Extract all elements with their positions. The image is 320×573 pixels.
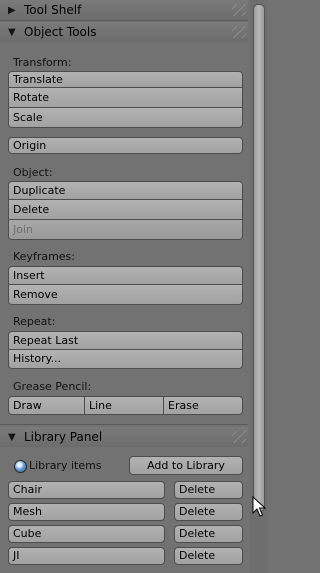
grease-pencil-label: Grease Pencil: bbox=[13, 380, 92, 393]
draw-button[interactable]: Draw bbox=[8, 396, 85, 415]
library-item-cube[interactable]: Cube bbox=[8, 525, 165, 543]
add-to-library-button[interactable]: Add to Library bbox=[129, 456, 243, 475]
mouse-pointer-icon bbox=[252, 496, 266, 517]
object-tools-title: Object Tools bbox=[24, 25, 97, 39]
line-button[interactable]: Line bbox=[85, 396, 164, 415]
delete-button[interactable]: Delete bbox=[8, 200, 243, 220]
library-item-chair[interactable]: Chair bbox=[8, 481, 165, 499]
triangle-right-icon: ▶ bbox=[8, 4, 16, 16]
drag-grip-icon[interactable] bbox=[232, 26, 246, 38]
origin-button[interactable]: Origin bbox=[8, 137, 243, 154]
join-button[interactable]: Join bbox=[8, 220, 243, 240]
transform-label: Transform: bbox=[13, 56, 72, 69]
history-button[interactable]: History... bbox=[8, 350, 243, 369]
repeat-label: Repeat: bbox=[13, 315, 56, 328]
repeat-last-button[interactable]: Repeat Last bbox=[8, 331, 243, 350]
scale-button[interactable]: Scale bbox=[8, 108, 243, 128]
tool-shelf-header[interactable]: ▶ Tool Shelf bbox=[0, 0, 248, 20]
remove-keyframe-button[interactable]: Remove bbox=[8, 285, 243, 305]
divider bbox=[0, 20, 248, 21]
vertical-scrollbar[interactable] bbox=[250, 0, 267, 573]
triangle-down-icon: ▼ bbox=[8, 26, 16, 38]
library-panel-header[interactable]: ▼ Library Panel bbox=[0, 427, 248, 447]
rotate-button[interactable]: Rotate bbox=[8, 88, 243, 108]
keyframes-label: Keyframes: bbox=[13, 250, 75, 263]
erase-button[interactable]: Erase bbox=[164, 396, 243, 415]
translate-button[interactable]: Translate bbox=[8, 71, 243, 88]
drag-grip-icon[interactable] bbox=[232, 4, 246, 16]
library-items-label: Library items bbox=[29, 459, 102, 472]
library-panel-title: Library Panel bbox=[24, 430, 103, 444]
scrollbar-thumb[interactable] bbox=[253, 4, 265, 512]
duplicate-button[interactable]: Duplicate bbox=[8, 181, 243, 200]
object-tools-header[interactable]: ▼ Object Tools bbox=[0, 22, 248, 42]
triangle-down-icon: ▼ bbox=[8, 431, 16, 443]
divider bbox=[0, 424, 248, 425]
globe-icon bbox=[14, 460, 27, 473]
library-item-ji[interactable]: JI bbox=[8, 547, 165, 565]
object-label: Object: bbox=[13, 166, 53, 179]
delete-mesh-button[interactable]: Delete bbox=[174, 503, 243, 521]
library-item-mesh[interactable]: Mesh bbox=[8, 503, 165, 521]
tool-shelf-title: Tool Shelf bbox=[24, 3, 82, 17]
insert-keyframe-button[interactable]: Insert bbox=[8, 266, 243, 285]
delete-chair-button[interactable]: Delete bbox=[174, 481, 243, 499]
drag-grip-icon[interactable] bbox=[232, 431, 246, 443]
delete-cube-button[interactable]: Delete bbox=[174, 525, 243, 543]
delete-ji-button[interactable]: Delete bbox=[174, 547, 243, 565]
